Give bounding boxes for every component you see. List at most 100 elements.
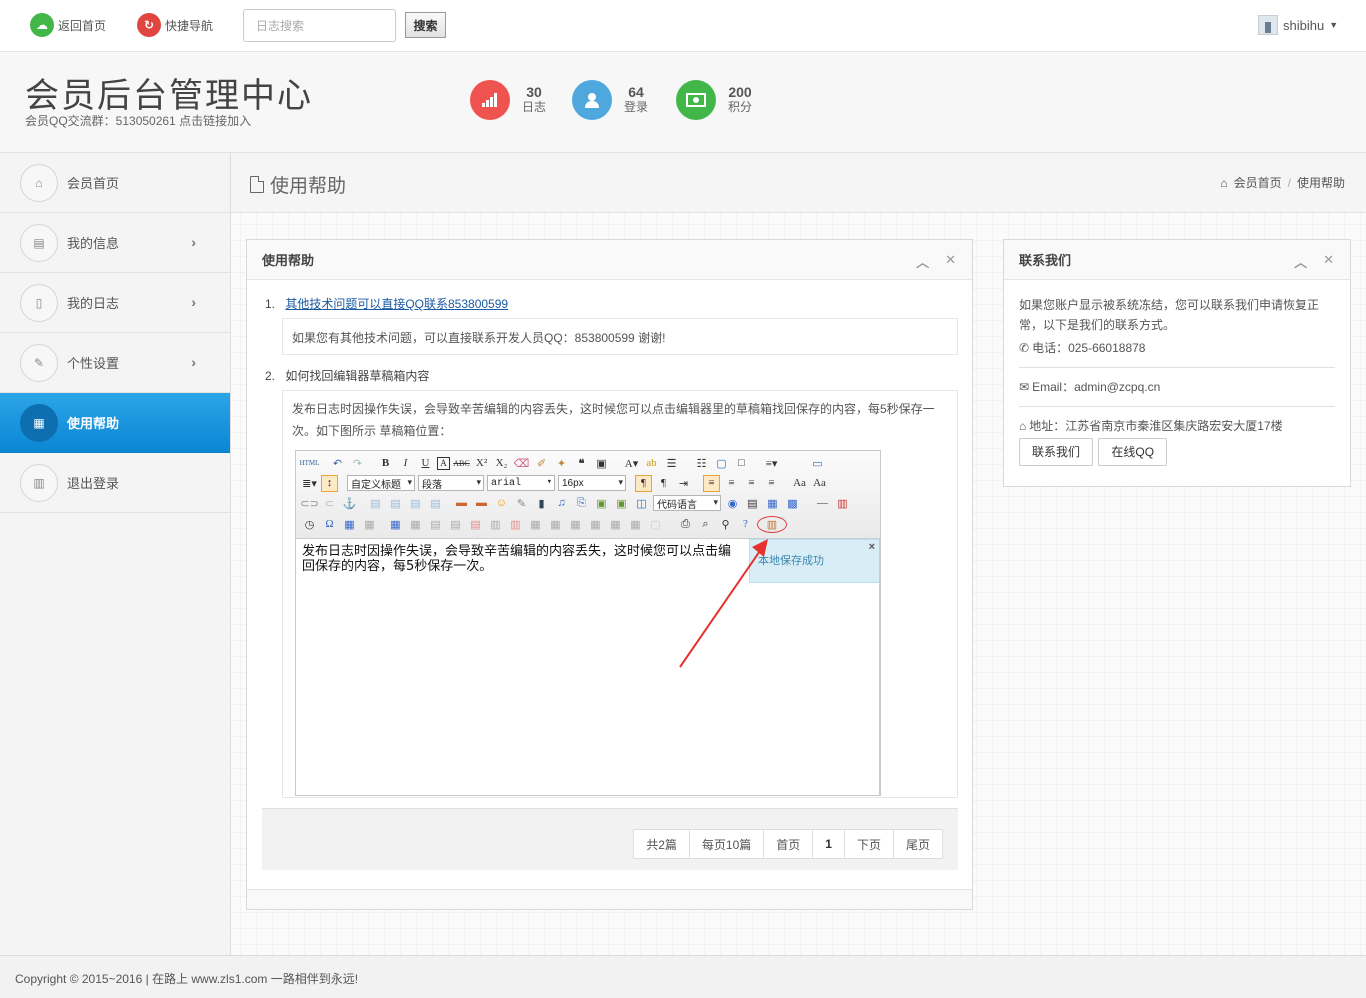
ordered-list-icon: ☰ [666, 457, 677, 470]
sidebar-item-label: 个性设置 [67, 356, 120, 371]
pager-last[interactable]: 尾页 [892, 829, 943, 859]
stat-points-value: 200 [728, 84, 752, 100]
quick-nav-link[interactable]: ↻ 快捷导航 [137, 13, 213, 37]
bold-icon: B [381, 457, 390, 469]
magic-wand-icon: ✎ [20, 343, 58, 382]
line-height-icon: ↕ [321, 474, 338, 492]
sidebar-item-settings[interactable]: ✎ 个性设置 › [0, 333, 230, 393]
list-number: 1. [265, 297, 276, 311]
chevron-right-icon: › [191, 294, 196, 310]
sidebar-item-label: 我的信息 [67, 236, 120, 251]
paragraph-spacing-icon: ≣▾ [302, 477, 317, 490]
merge-down-icon: ▦ [570, 518, 581, 531]
stat-points[interactable]: 200 积分 [676, 80, 752, 120]
quick-nav-label: 快捷导航 [165, 18, 214, 33]
insert-table-icon: ▦ [390, 518, 401, 531]
help-question-link[interactable]: 其他技术问题可以直接QQ联系853800599 [285, 297, 508, 311]
breadcrumb-home[interactable]: 会员首页 [1234, 174, 1282, 191]
pager-current[interactable]: 1 [812, 829, 845, 859]
avatar [1258, 15, 1278, 35]
copyright-text: Copyright © 2015~2016 | 在路上 www.zls1.com… [15, 972, 359, 986]
chart-icon: ▦ [20, 403, 58, 442]
sidebar-item-home[interactable]: ⌂ 会员首页 [0, 153, 230, 213]
user-menu[interactable]: shibihu ▼ [1258, 15, 1338, 35]
sidebar-item-logout[interactable]: ▥ 退出登录 [0, 453, 230, 513]
insert-row-icon: ▤ [450, 518, 461, 531]
pager-first[interactable]: 首页 [763, 829, 814, 859]
gmap-icon: ▣ [616, 497, 627, 510]
contact-email-row: ✉ Email：admin@zcpq.cn [1019, 377, 1335, 397]
stat-posts-label: 日志 [522, 100, 547, 114]
delete-row-icon: ▤ [470, 518, 481, 531]
row-spacing-icon: ≡▾ [765, 457, 778, 470]
pager-next[interactable]: 下页 [843, 829, 894, 859]
sidebar-item-label: 我的日志 [67, 296, 120, 311]
close-icon: × [868, 541, 875, 553]
insert-row-before-icon: ▤ [430, 518, 441, 531]
contact-intro: 如果您账户显示被系统冻结，您可以联系我们申请恢复正常，以下是我们的联系方式。 [1019, 298, 1320, 332]
contact-phone-row: ✆ 电话：025-66018878 [1019, 338, 1335, 358]
sidebar-item-posts[interactable]: ▯ 我的日志 › [0, 273, 230, 333]
emotion-icon: ☺ [495, 497, 508, 509]
split-cols-icon: ▦ [630, 518, 641, 531]
table-props-icon: ▢ [650, 518, 661, 531]
merge-cells-icon: ▦ [530, 518, 541, 531]
search-button[interactable]: 搜索 [405, 12, 446, 38]
horizontal-rule-icon: — [817, 497, 828, 509]
rtl-icon: ¶ [661, 477, 666, 489]
answer-line: 次。如下图所示 草稿箱位置： [292, 424, 452, 438]
home-icon: ⌂ [1019, 419, 1027, 433]
contact-body: 如果您账户显示被系统冻结，您可以联系我们申请恢复正常，以下是我们的联系方式。 ✆… [1004, 280, 1350, 481]
brush-icon: ✐ [536, 457, 547, 470]
chevron-right-icon: › [191, 234, 196, 250]
sidebar-item-profile[interactable]: ▤ 我的信息 › [0, 213, 230, 273]
breadcrumb-separator: / [1287, 175, 1291, 190]
close-icon[interactable]: ✕ [945, 252, 956, 271]
template-icon: ▤ [747, 497, 758, 510]
image-none-icon: ▤ [390, 497, 401, 510]
ltr-icon: ¶ [635, 474, 652, 492]
panel-title: 使用帮助 [262, 253, 315, 268]
collapse-icon[interactable]: ︿ [1294, 252, 1307, 271]
draft-box-icon: ▥ [757, 515, 787, 533]
site-subtitle[interactable]: 会员QQ交流群：513050261 点击链接加入 [25, 112, 251, 129]
sidebar-item-label: 会员首页 [67, 176, 120, 191]
sidebar: ⌂ 会员首页 ▤ 我的信息 › ▯ 我的日志 › ✎ 个性设置 › ▦ 使用帮助… [0, 153, 231, 955]
page-header: 使用帮助 ⌂ 会员首页 / 使用帮助 [231, 153, 1366, 213]
stat-logins[interactable]: 64 登录 [572, 80, 648, 120]
close-icon[interactable]: ✕ [1323, 252, 1334, 271]
multi-image-icon: ▬ [476, 497, 487, 509]
page-break-icon: ◉ [727, 497, 738, 510]
split-rows-icon: ▦ [610, 518, 621, 531]
home-link[interactable]: ☁ 返回首页 [30, 13, 106, 37]
contact-us-button[interactable]: 联系我们 [1019, 438, 1094, 466]
collapse-icon[interactable]: ︿ [916, 252, 929, 271]
pagination-bar: 共2篇 每页10篇 首页 1 下页 尾页 [262, 808, 958, 870]
list-number: 2. [265, 369, 276, 383]
date-icon: ▥ [837, 497, 848, 510]
strike-icon: ABC [453, 458, 470, 468]
signal-icon [470, 80, 510, 120]
site-title: 会员后台管理中心 [25, 76, 313, 116]
image-left-icon: ▤ [370, 497, 381, 510]
image-center-icon: ▤ [430, 497, 441, 510]
video-icon: ▮ [538, 497, 545, 510]
superscript-icon: X² [475, 457, 488, 469]
stat-posts[interactable]: 30 日志 [470, 80, 546, 120]
quote-icon: ❝ [578, 457, 585, 470]
panel-header: 联系我们 ︿ ✕ [1004, 240, 1350, 280]
search-input[interactable] [243, 9, 396, 42]
contact-phone: 电话：025-66018878 [1032, 341, 1146, 355]
code-language-select: 代码语言 [653, 495, 721, 511]
delete-col-icon: ▥ [510, 518, 521, 531]
print-icon: ⎙ [681, 517, 690, 530]
contact-address-row: ⌂ 地址：江苏省南京市秦淮区集庆路宏安大厦17楼 [1019, 416, 1335, 436]
image-right-icon: ▤ [410, 497, 421, 510]
online-qq-button[interactable]: 在线QQ [1098, 438, 1168, 466]
sidebar-item-help[interactable]: ▦ 使用帮助 [0, 393, 230, 453]
card-icon: ▤ [20, 223, 58, 262]
breadcrumb: ⌂ 会员首页 / 使用帮助 [1220, 174, 1345, 191]
editor-border [879, 539, 880, 795]
home-label: 返回首页 [58, 18, 107, 33]
format-brush-icon: ▩ [787, 497, 798, 510]
